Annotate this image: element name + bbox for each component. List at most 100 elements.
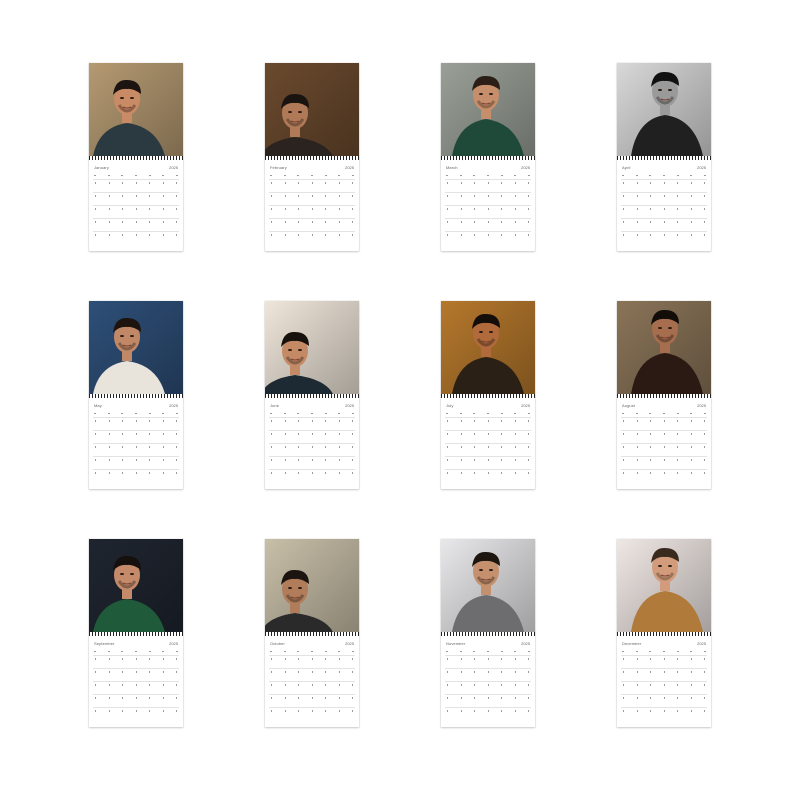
day-number bbox=[501, 221, 502, 223]
day-number bbox=[447, 459, 448, 461]
day-number bbox=[663, 433, 665, 435]
day-number bbox=[501, 234, 502, 236]
week-row bbox=[445, 192, 531, 205]
weekday-label bbox=[446, 175, 448, 176]
day-number bbox=[122, 433, 123, 435]
day-number bbox=[474, 472, 475, 474]
day-number bbox=[338, 671, 340, 673]
day-number bbox=[623, 671, 624, 673]
week-row bbox=[621, 469, 707, 482]
day-number bbox=[95, 182, 96, 184]
month-grid: May 2025 bbox=[89, 398, 183, 489]
weekday-label bbox=[473, 651, 476, 652]
day-number bbox=[460, 221, 462, 223]
week-row bbox=[93, 205, 179, 218]
day-number bbox=[108, 234, 110, 236]
month-label: May bbox=[94, 403, 102, 408]
day-number bbox=[528, 221, 529, 223]
weekday-label bbox=[622, 413, 624, 414]
day-number bbox=[338, 697, 340, 699]
day-number bbox=[528, 710, 529, 712]
day-number bbox=[487, 195, 489, 197]
day-number bbox=[311, 195, 313, 197]
day-number bbox=[636, 221, 638, 223]
weekday-label bbox=[351, 651, 354, 652]
month-label: September bbox=[94, 641, 115, 646]
weekday-label bbox=[459, 175, 462, 176]
week-rows bbox=[93, 655, 179, 720]
day-number bbox=[135, 208, 137, 210]
day-number bbox=[162, 234, 164, 236]
day-number bbox=[108, 420, 110, 422]
day-number bbox=[474, 697, 475, 699]
week-rows bbox=[269, 179, 355, 244]
day-number bbox=[623, 221, 624, 223]
week-row bbox=[621, 668, 707, 681]
day-number bbox=[149, 658, 150, 660]
weekday-header bbox=[446, 650, 530, 653]
day-number bbox=[677, 472, 678, 474]
day-number bbox=[487, 658, 489, 660]
month-grid: February 2025 bbox=[265, 160, 359, 251]
day-number bbox=[636, 671, 638, 673]
weekday-header bbox=[446, 174, 530, 177]
weekday-label bbox=[107, 651, 110, 652]
calendar-page-april: April 2025 bbox=[617, 63, 711, 251]
week-row bbox=[621, 430, 707, 443]
day-number bbox=[352, 208, 353, 210]
day-number bbox=[650, 658, 651, 660]
week-row bbox=[621, 694, 707, 707]
week-row bbox=[621, 205, 707, 218]
weekday-label bbox=[107, 413, 110, 414]
day-number bbox=[514, 195, 516, 197]
day-number bbox=[487, 697, 489, 699]
day-number bbox=[271, 671, 272, 673]
day-number bbox=[284, 658, 286, 660]
day-number bbox=[95, 221, 96, 223]
day-number bbox=[162, 420, 164, 422]
day-number bbox=[149, 234, 150, 236]
day-number bbox=[325, 182, 326, 184]
year-label: 2025 bbox=[345, 641, 354, 646]
day-number bbox=[95, 472, 96, 474]
day-number bbox=[162, 208, 164, 210]
man-hand-on-chin-golden-light-image bbox=[441, 301, 535, 394]
weekday-header bbox=[270, 412, 354, 415]
day-number bbox=[284, 420, 286, 422]
day-number bbox=[460, 195, 462, 197]
day-number bbox=[176, 208, 177, 210]
weekday-label bbox=[175, 413, 178, 414]
weekday-label bbox=[297, 175, 300, 176]
day-number bbox=[623, 182, 624, 184]
day-number bbox=[95, 710, 96, 712]
month-label: November bbox=[446, 641, 466, 646]
day-number bbox=[135, 671, 137, 673]
weekday-label bbox=[297, 413, 300, 414]
day-number bbox=[704, 697, 705, 699]
weekday-label bbox=[134, 175, 137, 176]
day-number bbox=[623, 459, 624, 461]
day-number bbox=[135, 420, 137, 422]
day-number bbox=[623, 472, 624, 474]
weekday-label bbox=[514, 175, 517, 176]
weekday-label bbox=[338, 175, 341, 176]
day-number bbox=[690, 182, 692, 184]
day-number bbox=[623, 433, 624, 435]
day-number bbox=[176, 234, 177, 236]
day-number bbox=[501, 195, 502, 197]
day-number bbox=[338, 710, 340, 712]
day-number bbox=[284, 684, 286, 686]
weekday-label bbox=[703, 651, 706, 652]
month-grid: July 2025 bbox=[441, 398, 535, 489]
day-number bbox=[122, 446, 123, 448]
day-number bbox=[447, 472, 448, 474]
day-number bbox=[271, 658, 272, 660]
day-number bbox=[325, 234, 326, 236]
day-number bbox=[447, 420, 448, 422]
month-grid: August 2025 bbox=[617, 398, 711, 489]
day-number bbox=[677, 433, 678, 435]
day-number bbox=[298, 671, 299, 673]
man-reclining-in-leather-jacket-image bbox=[617, 301, 711, 394]
week-rows bbox=[445, 179, 531, 244]
day-number bbox=[325, 446, 326, 448]
